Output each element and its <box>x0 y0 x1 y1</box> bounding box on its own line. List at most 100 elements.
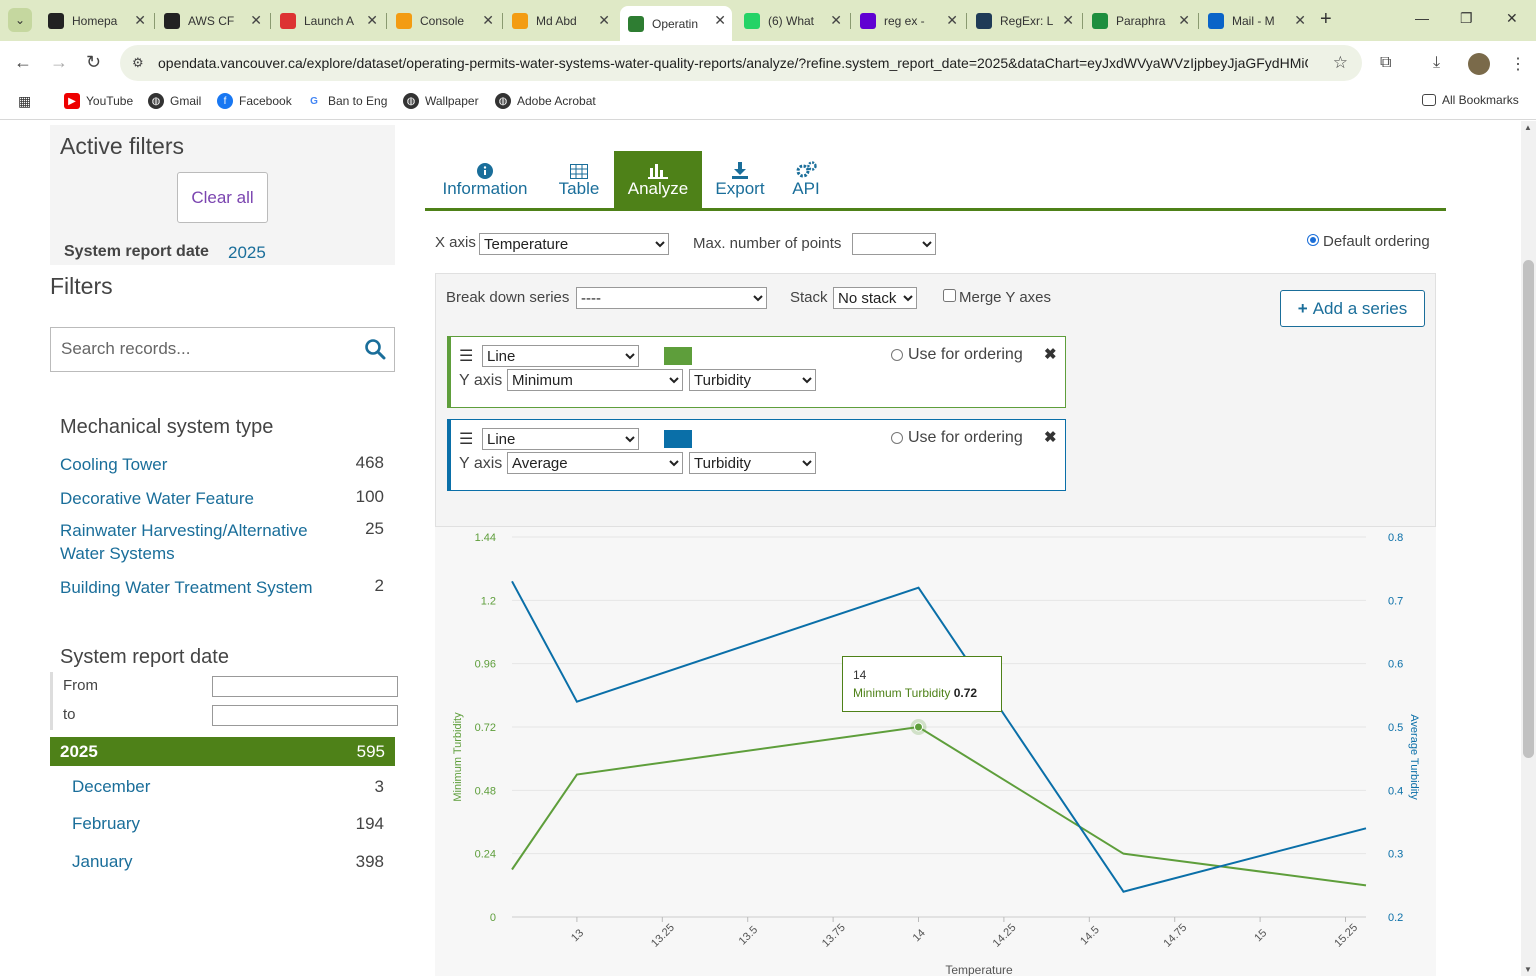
browser-tab[interactable]: Console ✕ <box>388 6 500 35</box>
use-for-ordering-option[interactable]: Use for ordering <box>891 346 1023 364</box>
search-records <box>50 327 395 372</box>
series-color-swatch[interactable] <box>664 347 692 365</box>
menu-icon[interactable]: ⋮ <box>1510 54 1526 74</box>
radio-icon[interactable] <box>891 432 903 444</box>
scrollbar-thumb[interactable] <box>1523 260 1534 758</box>
facet-item[interactable]: Decorative Water Feature 100 <box>60 487 384 510</box>
globe-icon: ◍ <box>403 93 419 109</box>
facet-year-selected[interactable]: 2025 595 <box>50 737 395 766</box>
bookmark-adobe-acrobat[interactable]: ◍ Adobe Acrobat <box>495 93 596 109</box>
close-tab-icon[interactable]: ✕ <box>1178 12 1190 29</box>
facet-month-item[interactable]: December 3 <box>72 777 384 797</box>
y-right-tick-label: 0.3 <box>1388 849 1403 861</box>
bookmark-youtube[interactable]: ▶ YouTube <box>64 93 133 109</box>
facet-month-item[interactable]: February 194 <box>72 814 384 834</box>
facet-item[interactable]: Cooling Tower 468 <box>60 453 384 476</box>
download-icon[interactable]: ⤓ <box>1433 54 1440 72</box>
tab-search-button[interactable]: ⌄ <box>8 8 32 32</box>
close-tab-icon[interactable]: ✕ <box>250 12 262 29</box>
date-from-input[interactable] <box>212 676 398 697</box>
close-tab-icon[interactable]: ✕ <box>714 12 726 29</box>
bookmark-star-icon[interactable]: ☆ <box>1333 53 1348 73</box>
facet-item[interactable]: Building Water Treatment System 2 <box>60 576 384 599</box>
search-icon[interactable] <box>364 338 386 360</box>
bookmark-wallpaper[interactable]: ◍ Wallpaper <box>403 93 479 109</box>
merge-y-axes-checkbox[interactable] <box>943 289 956 302</box>
close-window-button[interactable]: ✕ <box>1506 10 1518 27</box>
add-series-button[interactable]: + Add a series <box>1280 290 1425 327</box>
default-ordering-radio[interactable] <box>1307 234 1319 246</box>
browser-tab[interactable]: Paraphra ✕ <box>1084 6 1196 35</box>
browser-tab[interactable]: (6) What ✕ <box>736 6 848 35</box>
close-tab-icon[interactable]: ✕ <box>598 12 610 29</box>
tab-information[interactable]: Information <box>430 151 540 208</box>
all-bookmarks[interactable]: All Bookmarks <box>1422 93 1519 107</box>
chart-svg[interactable]: 0 0.24 0.48 0.72 0.96 1.2 1.44 0.2 0.3 0.4 0.5 0.6 0… <box>435 527 1436 976</box>
close-tab-icon[interactable]: ✕ <box>1062 12 1074 29</box>
browser-tab[interactable]: Md Abd ✕ <box>504 6 616 35</box>
bookmark-gmail[interactable]: ◍ Gmail <box>148 93 201 109</box>
date-to-input[interactable] <box>212 705 398 726</box>
close-tab-icon[interactable]: ✕ <box>946 12 958 29</box>
site-info-icon[interactable]: ⚙ <box>132 55 152 71</box>
extensions-icon[interactable]: ⧉ <box>1380 54 1391 72</box>
series-card-2: ☰ Line Use for ordering ✖ Y axis Average… <box>447 419 1066 491</box>
forward-icon[interactable]: → <box>50 52 68 73</box>
browser-tab[interactable]: reg ex - ✕ <box>852 6 964 35</box>
stack-select[interactable]: No stack <box>833 287 917 309</box>
tab-analyze[interactable]: Analyze <box>614 151 702 208</box>
gears-icon <box>796 161 817 178</box>
series-field-select[interactable]: Turbidity <box>689 369 816 391</box>
facet-month-item[interactable]: January 398 <box>72 852 384 872</box>
close-tab-icon[interactable]: ✕ <box>134 12 146 29</box>
back-icon[interactable]: ← <box>14 52 32 73</box>
radio-icon[interactable] <box>891 349 903 361</box>
search-input[interactable] <box>61 328 341 369</box>
tab-title: (6) What <box>768 13 815 28</box>
series-func-select[interactable]: Minimum <box>507 369 683 391</box>
series-field-select[interactable]: Turbidity <box>689 452 816 474</box>
series-type-select[interactable]: Line <box>482 428 639 450</box>
apps-icon[interactable]: ▦ <box>18 93 31 110</box>
tab-api[interactable]: API <box>781 151 831 208</box>
maximize-button[interactable]: ❐ <box>1460 10 1473 27</box>
address-bar[interactable]: ⚙ opendata.vancouver.ca/explore/dataset/… <box>120 45 1362 81</box>
series-color-swatch[interactable] <box>664 430 692 448</box>
tab-table[interactable]: Table <box>550 151 608 208</box>
close-tab-icon[interactable]: ✕ <box>1294 12 1306 29</box>
reload-icon[interactable]: ↻ <box>86 52 101 73</box>
drag-handle-icon[interactable]: ☰ <box>459 346 473 366</box>
bookmark-ban-to-eng[interactable]: G Ban to Eng <box>306 93 387 109</box>
remove-series-icon[interactable]: ✖ <box>1044 428 1057 446</box>
close-tab-icon[interactable]: ✕ <box>482 12 494 29</box>
tab-separator <box>1198 13 1199 29</box>
use-for-ordering-option[interactable]: Use for ordering <box>891 429 1023 447</box>
browser-tab[interactable]: Operatin ✕ <box>620 6 732 41</box>
minimize-button[interactable]: — <box>1415 10 1429 26</box>
close-tab-icon[interactable]: ✕ <box>830 12 842 29</box>
browser-tab[interactable]: Launch A ✕ <box>272 6 384 35</box>
drag-handle-icon[interactable]: ☰ <box>459 429 473 449</box>
tab-title: Console <box>420 13 465 28</box>
browser-tab[interactable]: AWS CF ✕ <box>156 6 268 35</box>
facet-item[interactable]: Rainwater Harvesting/Alternative Water S… <box>60 519 384 565</box>
xaxis-select[interactable]: Temperature <box>479 233 669 255</box>
series-type-select[interactable]: Line <box>482 345 639 367</box>
page-scrollbar[interactable]: ▲ ▼ <box>1521 121 1536 976</box>
browser-tab[interactable]: Mail - M ✕ <box>1200 6 1312 35</box>
breakdown-select[interactable]: ---- <box>576 287 767 309</box>
browser-tab[interactable]: Homepa ✕ <box>40 6 152 35</box>
clear-all-button[interactable]: Clear all <box>177 172 268 223</box>
new-tab-button[interactable]: + <box>1320 8 1332 31</box>
close-tab-icon[interactable]: ✕ <box>366 12 378 29</box>
series-func-select[interactable]: Average <box>507 452 683 474</box>
profile-avatar[interactable] <box>1468 53 1490 75</box>
bookmark-facebook[interactable]: f Facebook <box>217 93 292 109</box>
remove-series-icon[interactable]: ✖ <box>1044 345 1057 363</box>
browser-tab[interactable]: RegExr: L ✕ <box>968 6 1080 35</box>
series-card-1: ☰ Line Use for ordering ✖ Y axis Minimum… <box>447 336 1066 408</box>
tab-export[interactable]: Export <box>709 151 771 208</box>
active-filter-value[interactable]: 2025 <box>228 243 266 263</box>
max-points-select[interactable] <box>852 233 936 255</box>
url-text[interactable]: opendata.vancouver.ca/explore/dataset/op… <box>158 55 1308 71</box>
